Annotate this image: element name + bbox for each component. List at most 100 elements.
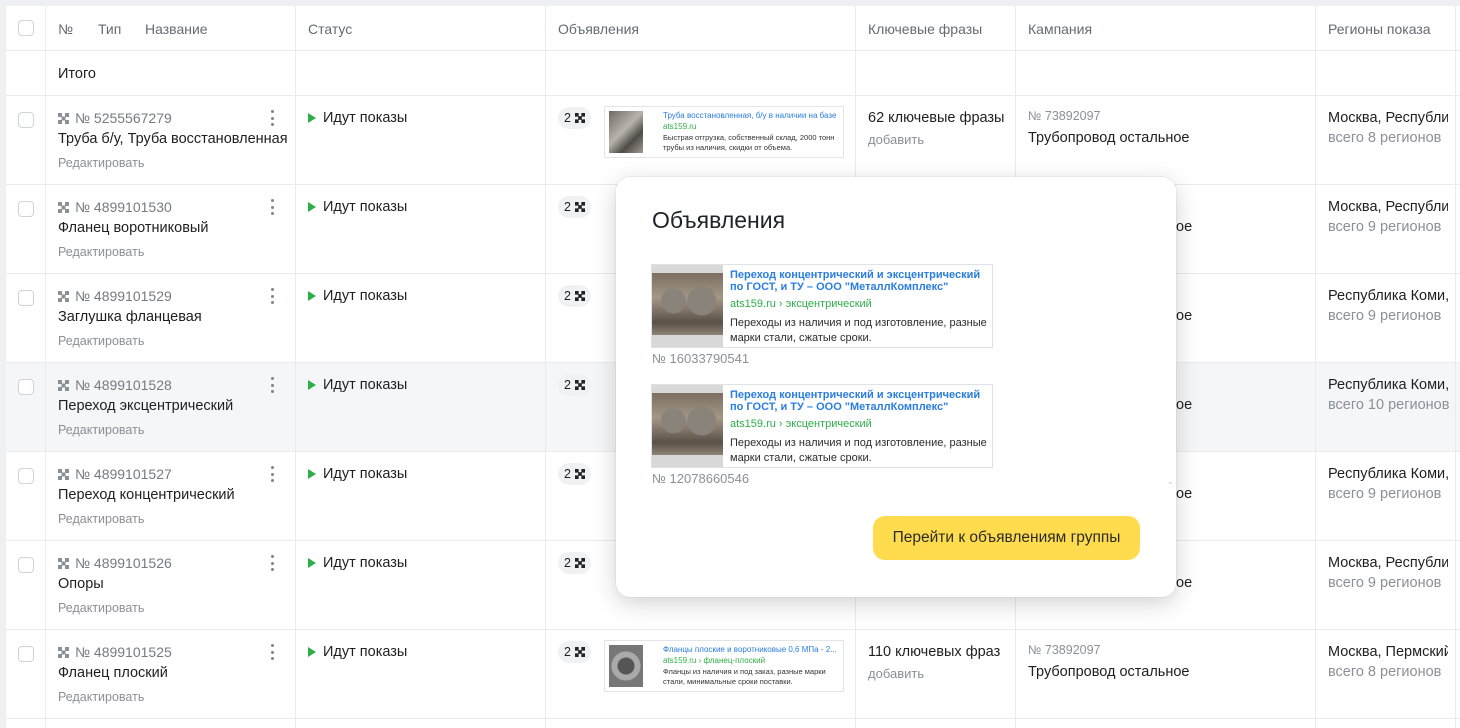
header-ads[interactable]: Объявления: [558, 21, 639, 37]
ads-count-text: 2: [564, 111, 571, 125]
header-campaign[interactable]: Кампания: [1028, 21, 1092, 37]
ad-url: ats159.ru: [663, 122, 697, 131]
group-name[interactable]: Опоры: [58, 576, 104, 592]
row-checkbox[interactable]: [18, 201, 34, 217]
group-number-text: № 4899101529: [75, 288, 172, 304]
grid-icon: [574, 558, 585, 568]
ads-count-badge[interactable]: 2: [558, 552, 591, 574]
row-checkbox[interactable]: [18, 646, 34, 662]
grid-icon: [574, 202, 585, 212]
group-name[interactable]: Переход концентрический: [58, 487, 235, 503]
ad-url[interactable]: ats159.ru › эксцентрический: [730, 298, 872, 310]
regions: Москва, Республика: [1328, 110, 1448, 126]
regions-count[interactable]: всего 8 регионов: [1328, 130, 1441, 146]
ad-url: ats159.ru › фланец-плоский: [663, 656, 766, 665]
group-name[interactable]: Заглушка фланцевая: [58, 309, 202, 325]
group-number: № 4899101525: [58, 644, 172, 660]
more-menu-icon[interactable]: [268, 377, 276, 393]
edit-link[interactable]: Редактировать: [58, 334, 144, 348]
group-name[interactable]: Переход эксцентрический: [58, 398, 233, 414]
edit-link[interactable]: Редактировать: [58, 690, 144, 704]
campaign-name[interactable]: ое: [1176, 397, 1192, 413]
ads-count-badge[interactable]: 2: [558, 463, 591, 485]
play-icon: [308, 202, 316, 212]
campaign-name[interactable]: ое: [1176, 308, 1192, 324]
ad-url[interactable]: ats159.ru › эксцентрический: [730, 418, 872, 430]
scroll-indicator-icon[interactable]: ⌄: [1167, 477, 1174, 486]
group-number: № 5255567279: [58, 110, 172, 126]
grid-icon: [574, 647, 585, 657]
group-name[interactable]: Фланец плоский: [58, 665, 168, 681]
more-menu-icon[interactable]: [268, 288, 276, 304]
edit-link[interactable]: Редактировать: [58, 423, 144, 437]
more-menu-icon[interactable]: [268, 644, 276, 660]
campaign-name[interactable]: ое: [1176, 486, 1192, 502]
regions-count[interactable]: всего 9 регионов: [1328, 219, 1441, 235]
more-menu-icon[interactable]: [268, 555, 276, 571]
more-menu-icon[interactable]: [268, 110, 276, 126]
row-checkbox[interactable]: [18, 557, 34, 573]
table-row[interactable]: № 5255567279 Труба б/у, Труба восстановл…: [6, 96, 1460, 185]
group-number-text: № 4899101528: [75, 377, 172, 393]
edit-link[interactable]: Редактировать: [58, 512, 144, 526]
edit-link[interactable]: Редактировать: [58, 245, 144, 259]
status: Идут показы: [308, 644, 407, 660]
ads-count-badge[interactable]: 2: [558, 641, 591, 663]
status: Идут показы: [308, 199, 407, 215]
edit-link[interactable]: Редактировать: [58, 601, 144, 615]
header-num[interactable]: №: [58, 21, 73, 37]
edit-link[interactable]: Редактировать: [58, 156, 144, 170]
table-row[interactable]: № 4899101525 Фланец плоский Редактироват…: [6, 630, 1460, 719]
group-number: № 4899101526: [58, 555, 172, 571]
ad-preview[interactable]: Фланцы плоские и воротниковые 0,6 МПа - …: [604, 640, 844, 692]
more-menu-icon[interactable]: [268, 466, 276, 482]
more-menu-icon[interactable]: [268, 199, 276, 215]
header-regions[interactable]: Регионы показа: [1328, 21, 1431, 37]
ads-count-text: 2: [564, 200, 571, 214]
ad-card[interactable]: Переход концентрический и эксцентрически…: [651, 384, 993, 468]
select-all-checkbox[interactable]: [18, 20, 34, 36]
ads-count-badge[interactable]: 2: [558, 285, 591, 307]
regions: Москва, Республика: [1328, 555, 1448, 571]
keywords-count[interactable]: 62 ключевые фразы: [868, 110, 1004, 126]
row-checkbox[interactable]: [18, 379, 34, 395]
group-number-text: № 4899101525: [75, 644, 172, 660]
row-checkbox[interactable]: [18, 468, 34, 484]
ads-popup: Объявления Переход концентрический и экс…: [616, 177, 1176, 597]
campaign-name[interactable]: ое: [1176, 219, 1192, 235]
status-text: Идут показы: [323, 644, 408, 660]
add-keywords-link[interactable]: добавить: [868, 132, 924, 147]
header-keywords[interactable]: Ключевые фразы: [868, 21, 982, 37]
group-name[interactable]: Труба б/у, Труба восстановленная: [58, 131, 288, 147]
regions-count[interactable]: всего 8 регионов: [1328, 664, 1441, 680]
ad-desc: Переходы из наличия и под изготовление, …: [730, 437, 987, 464]
header-type[interactable]: Тип: [98, 21, 121, 37]
total-label: Итого: [58, 66, 96, 82]
campaign-name[interactable]: Трубопровод остальное: [1028, 664, 1190, 680]
campaign-name[interactable]: ое: [1176, 575, 1192, 591]
campaign-number: № 73892097: [1028, 109, 1101, 123]
ads-count-text: 2: [564, 645, 571, 659]
ad-title[interactable]: Переход концентрический и эксцентрически…: [730, 269, 988, 293]
column-divider: [545, 6, 546, 728]
group-name[interactable]: Фланец воротниковый: [58, 220, 208, 236]
go-to-group-ads-button[interactable]: Перейти к объявлениям группы: [873, 516, 1140, 560]
ads-count-badge[interactable]: 2: [558, 374, 591, 396]
ad-desc: Быстрая отгрузка, собственный склад, 200…: [663, 133, 835, 152]
ad-card[interactable]: Переход концентрический и эксцентрически…: [651, 264, 993, 348]
ad-preview[interactable]: Труба восстановленная, б/у в наличии на …: [604, 106, 844, 158]
ads-count-badge[interactable]: 2: [558, 107, 591, 129]
ad-title[interactable]: Переход концентрический и эксцентрически…: [730, 389, 988, 413]
campaign-name[interactable]: Трубопровод остальное: [1028, 130, 1190, 146]
regions-count[interactable]: всего 9 регионов: [1328, 308, 1441, 324]
regions-count[interactable]: всего 9 регионов: [1328, 486, 1441, 502]
keywords-count[interactable]: 110 ключевых фраз: [868, 644, 1000, 660]
ads-count-badge[interactable]: 2: [558, 196, 591, 218]
regions-count[interactable]: всего 9 регионов: [1328, 575, 1441, 591]
header-status[interactable]: Статус: [308, 21, 352, 37]
row-checkbox[interactable]: [18, 290, 34, 306]
header-name[interactable]: Название: [145, 21, 208, 37]
row-checkbox[interactable]: [18, 112, 34, 128]
add-keywords-link[interactable]: добавить: [868, 666, 924, 681]
regions-count[interactable]: всего 10 регионов: [1328, 397, 1449, 413]
